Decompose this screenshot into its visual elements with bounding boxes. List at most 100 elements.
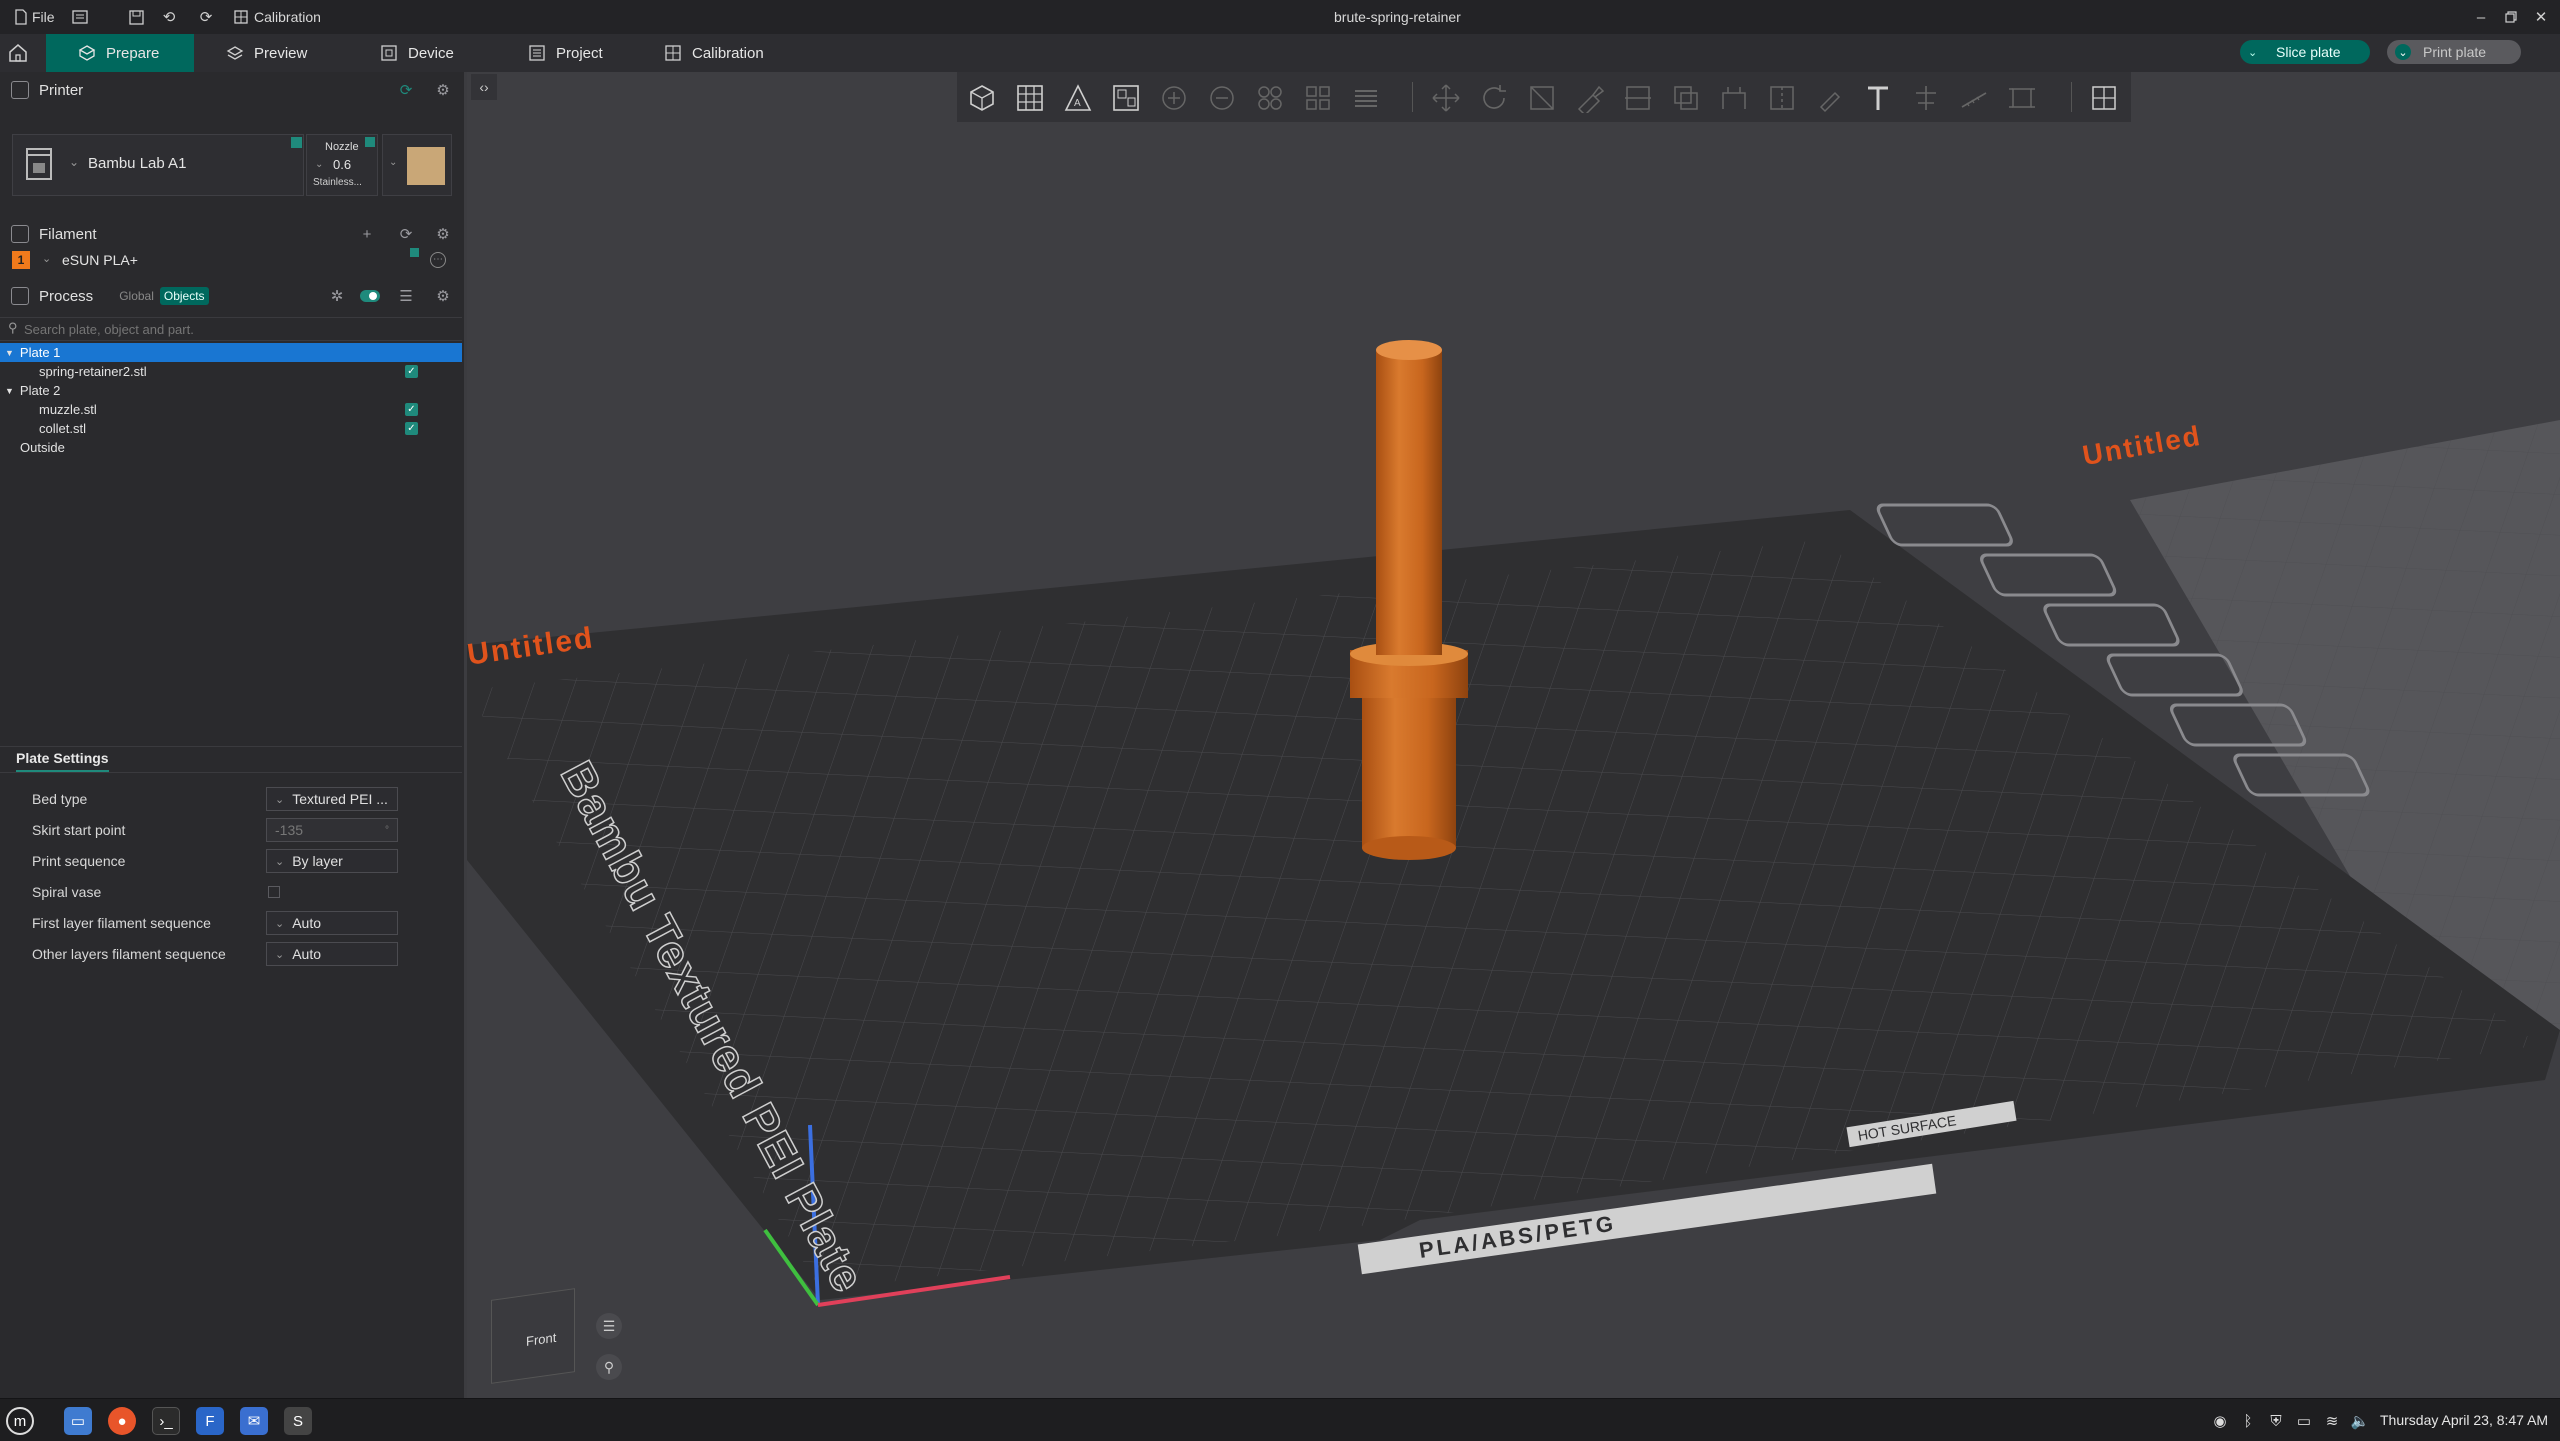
view-menu-icon[interactable]: ☰ bbox=[596, 1313, 622, 1339]
bed-type-select[interactable]: ⌄ Textured PEI ... bbox=[266, 787, 398, 811]
process-global-toggle[interactable]: Global bbox=[119, 289, 154, 303]
mesh-boolean-icon[interactable] bbox=[1669, 81, 1703, 115]
shield-icon[interactable]: ⛨ bbox=[2262, 1407, 2290, 1435]
display-icon[interactable]: ▭ bbox=[2290, 1407, 2318, 1435]
bluetooth-icon[interactable]: ᛒ bbox=[2234, 1407, 2262, 1435]
calibration-icon[interactable] bbox=[232, 8, 250, 26]
lay-on-face-icon[interactable] bbox=[1573, 81, 1607, 115]
calibration-menu[interactable]: Calibration bbox=[254, 9, 321, 25]
scale-icon[interactable] bbox=[1525, 81, 1559, 115]
nozzle-selector[interactable]: Nozzle ⌄ 0.6 Stainless... bbox=[306, 134, 378, 196]
list-icon[interactable]: ☰ bbox=[397, 287, 415, 305]
split-objects-icon[interactable] bbox=[1253, 81, 1287, 115]
triangle-down-icon[interactable]: ▼ bbox=[5, 386, 14, 396]
view-cube[interactable]: Front bbox=[491, 1288, 575, 1384]
input-value: -135 bbox=[275, 822, 304, 838]
clock[interactable]: Thursday April 23, 8:47 AM bbox=[2380, 1412, 2548, 1428]
more-icon[interactable]: ⋯ bbox=[430, 252, 446, 268]
firefox-icon[interactable]: ● bbox=[108, 1407, 136, 1435]
layers-editing-icon[interactable] bbox=[1349, 81, 1383, 115]
remove-instance-icon[interactable] bbox=[1205, 81, 1239, 115]
tab-project[interactable]: Project bbox=[492, 34, 603, 72]
sync-icon[interactable]: ⟳ bbox=[397, 81, 415, 99]
first-layer-sequence-select[interactable]: ⌄ Auto bbox=[266, 911, 398, 935]
tree-plate-2[interactable]: ▼ Plate 2 bbox=[0, 381, 462, 400]
arrange-icon[interactable] bbox=[1109, 81, 1143, 115]
other-layers-sequence-select[interactable]: ⌄ Auto bbox=[266, 942, 398, 966]
add-instance-icon[interactable] bbox=[1157, 81, 1191, 115]
printer-selector[interactable]: ⌄ Bambu Lab A1 bbox=[12, 134, 304, 196]
filament-row[interactable]: 1 ⌄ eSUN PLA+ ⋯ bbox=[12, 248, 446, 272]
3d-viewport[interactable]: Untitled Untitled Bambu Textured PEI Pla… bbox=[467, 72, 2560, 1398]
color-paint-icon[interactable] bbox=[1813, 81, 1847, 115]
tab-prepare[interactable]: Prepare bbox=[46, 34, 194, 72]
grid-plate-icon[interactable] bbox=[1013, 81, 1047, 115]
mail-icon[interactable]: ✉ bbox=[240, 1407, 268, 1435]
files-icon[interactable]: ▭ bbox=[64, 1407, 92, 1435]
collapse-sidebar-button[interactable]: ‹› bbox=[471, 74, 497, 100]
assembly-icon[interactable] bbox=[2005, 81, 2039, 115]
filament-slot[interactable]: 1 bbox=[12, 251, 30, 269]
tree-object[interactable]: muzzle.stl ✓ bbox=[0, 400, 462, 419]
bed-plate-selector[interactable]: ⌄ bbox=[382, 134, 452, 196]
settings-icon[interactable]: ⚙ bbox=[434, 81, 452, 99]
support-paint-icon[interactable] bbox=[1717, 81, 1751, 115]
redo-icon[interactable]: ⟳ bbox=[197, 8, 215, 26]
maximize-icon[interactable] bbox=[2502, 8, 2520, 26]
sync-filament-icon[interactable]: ⟳ bbox=[397, 225, 415, 243]
save-icon[interactable] bbox=[127, 8, 145, 26]
undo-icon[interactable]: ⟲ bbox=[160, 8, 178, 26]
tab-device[interactable]: Device bbox=[344, 34, 454, 72]
file-menu[interactable]: File bbox=[32, 9, 55, 25]
print-sequence-select[interactable]: ⌄ By layer bbox=[266, 849, 398, 873]
chevron-down-icon[interactable]: ⌄ bbox=[2395, 44, 2411, 60]
gear-icon[interactable]: ✲ bbox=[328, 287, 346, 305]
visibility-checkbox[interactable]: ✓ bbox=[405, 403, 418, 416]
add-object-icon[interactable] bbox=[965, 81, 999, 115]
home-icon[interactable] bbox=[8, 43, 30, 63]
rotate-icon[interactable] bbox=[1477, 81, 1511, 115]
puzzle-icon[interactable] bbox=[2087, 81, 2121, 115]
split-parts-icon[interactable] bbox=[1301, 81, 1335, 115]
triangle-down-icon[interactable]: ▼ bbox=[5, 348, 14, 358]
move-icon[interactable] bbox=[1429, 81, 1463, 115]
advanced-toggle[interactable] bbox=[360, 290, 380, 302]
settings-icon[interactable]: ⚙ bbox=[434, 225, 452, 243]
measure-icon[interactable] bbox=[1957, 81, 1991, 115]
svg-emboss-icon[interactable] bbox=[1909, 81, 1943, 115]
auto-orient-icon[interactable]: A bbox=[1061, 81, 1095, 115]
seam-paint-icon[interactable] bbox=[1765, 81, 1799, 115]
slice-plate-button[interactable]: ⌄ Slice plate bbox=[2240, 40, 2370, 64]
close-icon[interactable]: ✕ bbox=[2532, 8, 2550, 26]
spiral-vase-checkbox[interactable] bbox=[268, 886, 280, 898]
start-menu-icon[interactable]: m bbox=[6, 1407, 34, 1435]
tree-outside[interactable]: Outside bbox=[0, 438, 462, 457]
tree-object[interactable]: collet.stl ✓ bbox=[0, 419, 462, 438]
skirt-start-input[interactable]: -135 ° bbox=[266, 818, 398, 842]
tree-object[interactable]: spring-retainer2.stl ✓ bbox=[0, 362, 462, 381]
volume-icon[interactable]: 🔈 bbox=[2346, 1407, 2374, 1435]
file-icon[interactable] bbox=[12, 8, 30, 26]
steam-icon[interactable]: ◉ bbox=[2206, 1407, 2234, 1435]
visibility-checkbox[interactable]: ✓ bbox=[405, 422, 418, 435]
compare-icon[interactable]: ⚙ bbox=[434, 287, 452, 305]
text-icon[interactable] bbox=[1861, 81, 1895, 115]
search-input[interactable] bbox=[22, 319, 446, 339]
bambu-studio-icon[interactable]: S bbox=[284, 1407, 312, 1435]
terminal-icon[interactable]: ›_ bbox=[152, 1407, 180, 1435]
wifi-icon[interactable]: ≋ bbox=[2318, 1407, 2346, 1435]
print-plate-button[interactable]: ⌄ Print plate bbox=[2387, 40, 2521, 64]
zoom-icon[interactable]: ⚲ bbox=[596, 1354, 622, 1380]
process-objects-toggle[interactable]: Objects bbox=[159, 287, 209, 305]
tree-plate-1[interactable]: ▼ Plate 1 bbox=[0, 343, 462, 362]
freecad-icon[interactable]: F bbox=[196, 1407, 224, 1435]
minimize-icon[interactable]: – bbox=[2472, 8, 2490, 26]
menu-icon[interactable] bbox=[71, 8, 89, 26]
object-search[interactable]: ⚲ bbox=[0, 317, 462, 341]
visibility-checkbox[interactable]: ✓ bbox=[405, 365, 418, 378]
tab-preview[interactable]: Preview bbox=[194, 34, 307, 72]
tab-calibration[interactable]: Calibration bbox=[628, 34, 764, 72]
chevron-down-icon[interactable]: ⌄ bbox=[2248, 46, 2264, 59]
add-filament-icon[interactable]: + bbox=[358, 225, 376, 243]
cut-icon[interactable] bbox=[1621, 81, 1655, 115]
